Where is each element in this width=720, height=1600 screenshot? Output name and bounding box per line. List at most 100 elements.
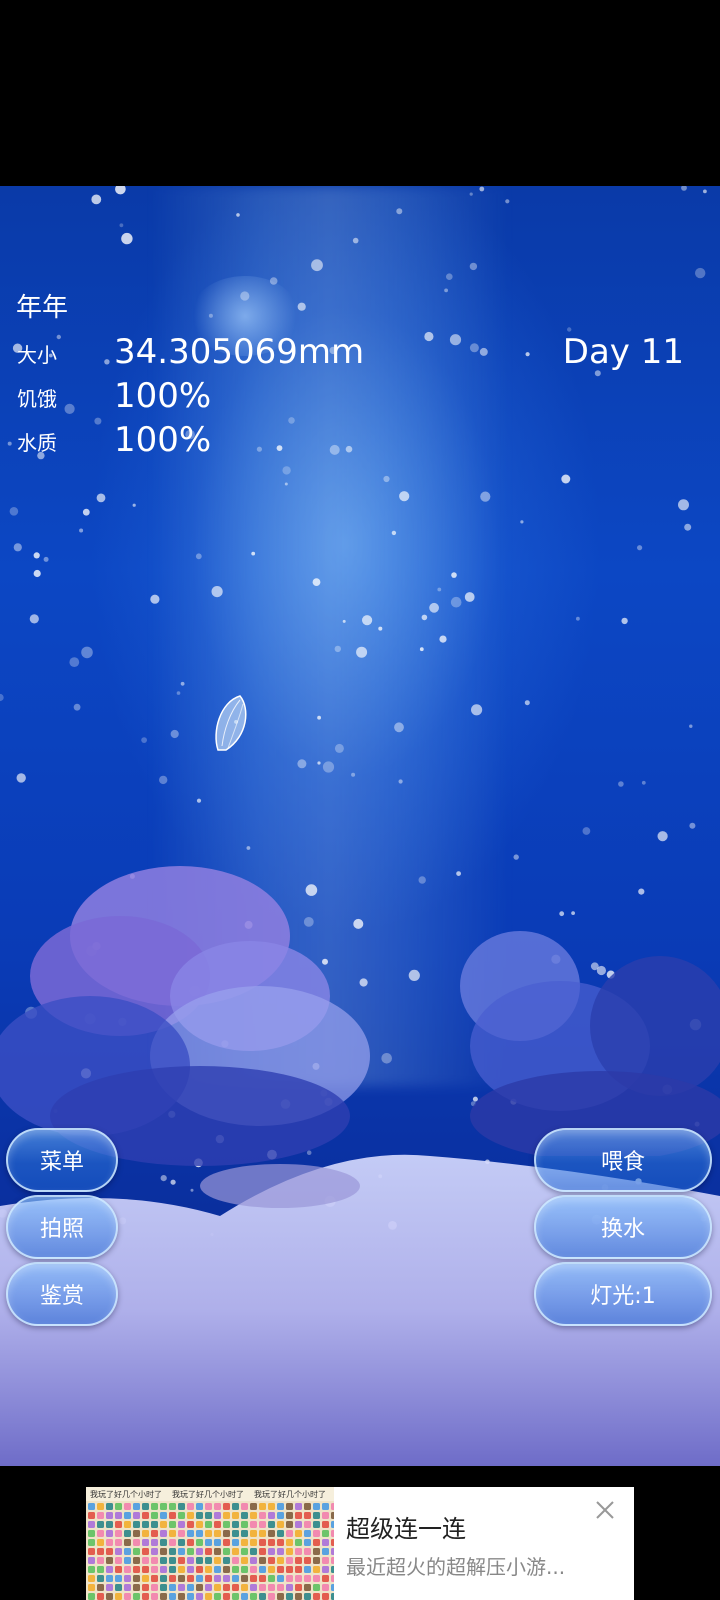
ad-tile <box>115 1566 122 1573</box>
ad-tile <box>214 1566 221 1573</box>
bubble <box>378 626 383 631</box>
ad-tile <box>178 1530 185 1537</box>
light-button[interactable]: 灯光:1 <box>534 1262 712 1326</box>
ad-tile <box>241 1557 248 1564</box>
ad-title[interactable]: 超级连一连 <box>346 1509 466 1544</box>
gallery-button[interactable]: 鉴赏 <box>6 1262 118 1326</box>
ad-tile <box>277 1521 284 1528</box>
ad-tile <box>277 1512 284 1519</box>
ad-tile <box>169 1593 176 1600</box>
ad-tile <box>205 1539 212 1546</box>
ad-tile <box>97 1566 104 1573</box>
ad-tile <box>205 1593 212 1600</box>
ad-tile <box>241 1512 248 1519</box>
ad-tile <box>313 1512 320 1519</box>
ad-tile <box>322 1521 329 1528</box>
ad-image-caption-3: 我玩了好几个小时了 <box>254 1489 326 1499</box>
ad-tile <box>331 1530 334 1537</box>
bubble <box>469 343 479 353</box>
feed-button[interactable]: 喂食 <box>534 1128 712 1192</box>
ad-tile <box>223 1584 230 1591</box>
ad-tile <box>115 1530 122 1537</box>
ad-tile <box>214 1593 221 1600</box>
hunger-label: 饥饿 <box>17 387 57 411</box>
ad-tile <box>115 1548 122 1555</box>
bubble <box>396 208 403 215</box>
ad-tile <box>115 1503 122 1510</box>
bubble <box>119 223 124 228</box>
bubble <box>681 186 687 191</box>
bubble <box>439 635 447 643</box>
ad-tile <box>259 1512 266 1519</box>
photo-button[interactable]: 拍照 <box>6 1195 118 1259</box>
bubble <box>284 482 288 486</box>
jellyfish-pet[interactable] <box>210 692 254 754</box>
ad-tile <box>115 1584 122 1591</box>
change-water-button[interactable]: 换水 <box>534 1195 712 1259</box>
ad-tile <box>133 1566 140 1573</box>
ad-tile <box>304 1566 311 1573</box>
bubble <box>637 545 643 551</box>
bubble <box>322 761 335 773</box>
bubble <box>394 722 404 733</box>
ad-description[interactable]: 最近超火的超解压小游... <box>346 1551 565 1580</box>
ad-tile <box>142 1521 149 1528</box>
ad-tile <box>223 1566 230 1573</box>
ad-tile <box>250 1584 257 1591</box>
ad-tile <box>295 1584 302 1591</box>
bubble <box>311 259 323 272</box>
ad-tile <box>187 1548 194 1555</box>
menu-button[interactable]: 菜单 <box>6 1128 118 1192</box>
bubble <box>621 617 628 625</box>
ad-tile <box>295 1539 302 1546</box>
ad-tile <box>106 1575 113 1582</box>
ad-tile <box>97 1521 104 1528</box>
ad-tile <box>160 1530 167 1537</box>
ad-tile <box>124 1566 131 1573</box>
ad-tile <box>241 1539 248 1546</box>
bubble <box>641 780 646 785</box>
ad-tile <box>88 1566 95 1573</box>
ad-tile <box>232 1503 239 1510</box>
bubble <box>480 491 491 502</box>
bubble <box>398 779 403 784</box>
ad-tile <box>178 1539 185 1546</box>
bubble <box>471 704 483 716</box>
ad-tile <box>259 1503 266 1510</box>
ad-tile <box>286 1521 293 1528</box>
ad-banner[interactable]: 我玩了好几个小时了 我玩了好几个小时了 我玩了好几个小时了 超级连一连 最近超火… <box>86 1487 634 1600</box>
ad-tile <box>151 1593 158 1600</box>
bubble <box>317 761 321 765</box>
bubble <box>329 444 340 455</box>
ad-tile <box>214 1503 221 1510</box>
ad-tile <box>286 1548 293 1555</box>
ad-tile <box>232 1530 239 1537</box>
ad-tile <box>97 1557 104 1564</box>
ad-tile <box>286 1530 293 1537</box>
ad-tile <box>223 1575 230 1582</box>
ad-tile <box>151 1503 158 1510</box>
ad-tile <box>97 1539 104 1546</box>
ad-tile <box>259 1593 266 1600</box>
ad-tile <box>178 1593 185 1600</box>
ad-tile <box>133 1593 140 1600</box>
water-quality-value: 100% <box>114 420 212 460</box>
ad-tile <box>106 1566 113 1573</box>
ad-tile <box>259 1539 266 1546</box>
ad-tile <box>142 1593 149 1600</box>
ad-tile <box>313 1575 320 1582</box>
bubble <box>383 475 390 483</box>
ad-tile <box>187 1512 194 1519</box>
bubble <box>33 552 40 559</box>
bubble <box>0 693 4 702</box>
close-icon[interactable] <box>592 1497 618 1523</box>
ad-tile <box>133 1503 140 1510</box>
ad-tile <box>178 1584 185 1591</box>
ad-tile <box>241 1530 248 1537</box>
ad-tile <box>295 1503 302 1510</box>
ad-tile <box>322 1584 329 1591</box>
bubble <box>657 831 668 842</box>
bubble <box>469 192 473 196</box>
ad-tile <box>250 1566 257 1573</box>
ad-image[interactable]: 我玩了好几个小时了 我玩了好几个小时了 我玩了好几个小时了 <box>86 1487 334 1600</box>
